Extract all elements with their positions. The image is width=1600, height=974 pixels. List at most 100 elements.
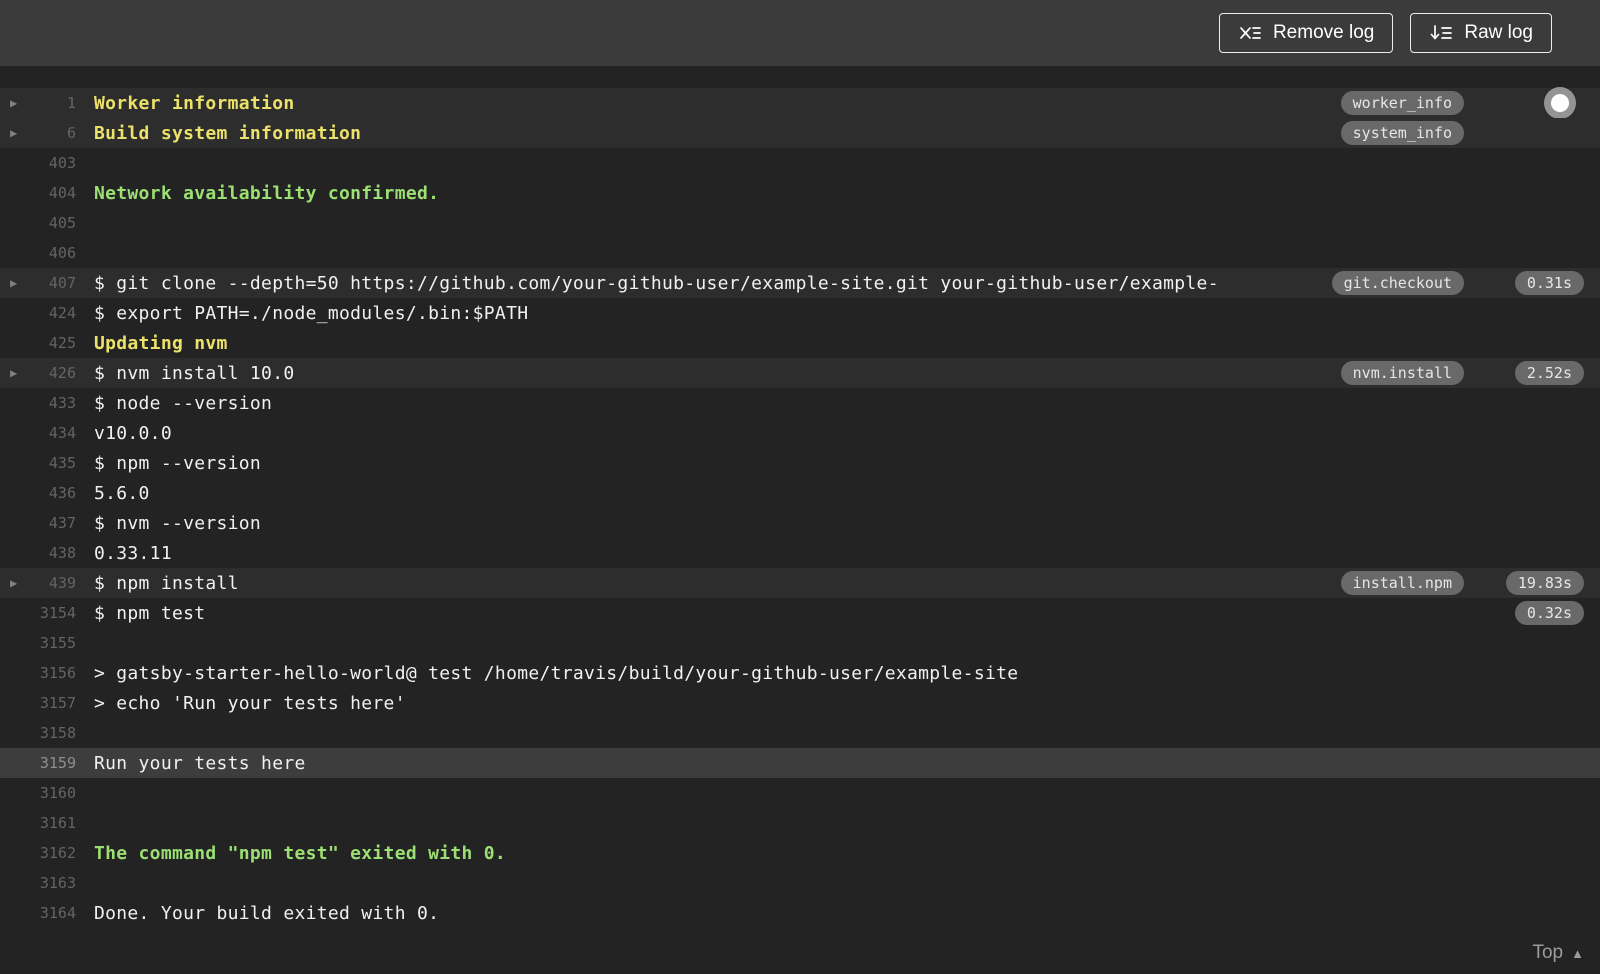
log-line[interactable]: ▶ 3154 $ npm test 0.32s bbox=[0, 598, 1600, 628]
log-line[interactable]: ▶ 3161 bbox=[0, 808, 1600, 838]
log-line[interactable]: ▶ 424 $ export PATH=./node_modules/.bin:… bbox=[0, 298, 1600, 328]
remove-log-label: Remove log bbox=[1272, 22, 1375, 43]
log-line[interactable]: ▶ 433 $ node --version bbox=[0, 388, 1600, 418]
log-line[interactable]: ▶ 6 Build system information system_info bbox=[0, 118, 1600, 148]
log-line[interactable]: ▶ 3163 bbox=[0, 868, 1600, 898]
line-text: Network availability confirmed. bbox=[94, 182, 440, 204]
line-text: $ npm test bbox=[94, 602, 206, 624]
log-line[interactable]: ▶ 3157 > echo 'Run your tests here' bbox=[0, 688, 1600, 718]
fold-toggle-icon[interactable]: ▶ bbox=[10, 367, 24, 379]
line-text: Done. Your build exited with 0. bbox=[94, 902, 440, 924]
fold-tag-badge: nvm.install bbox=[1340, 361, 1464, 385]
fold-toggle-icon[interactable]: ▶ bbox=[10, 577, 24, 589]
scroll-to-top-link[interactable]: Top ▲ bbox=[1532, 942, 1584, 964]
log-line[interactable]: ▶ 425 Updating nvm bbox=[0, 328, 1600, 358]
line-number[interactable]: 3157 bbox=[24, 694, 76, 712]
line-text: The command "npm test" exited with 0. bbox=[94, 842, 507, 864]
line-number[interactable]: 3155 bbox=[24, 634, 76, 652]
download-arrow-with-lines-icon bbox=[1429, 23, 1453, 43]
line-number[interactable]: 433 bbox=[24, 394, 76, 412]
log-line[interactable]: ▶ 426 $ nvm install 10.0 nvm.install 2.5… bbox=[0, 358, 1600, 388]
line-text: $ nvm --version bbox=[94, 512, 262, 534]
line-number[interactable]: 425 bbox=[24, 334, 76, 352]
line-text: Run your tests here bbox=[94, 752, 306, 774]
duration-slot: 2.52s bbox=[1480, 361, 1584, 385]
fold-tag-badge: install.npm bbox=[1340, 571, 1464, 595]
log-line[interactable]: ▶ 436 5.6.0 bbox=[0, 478, 1600, 508]
line-number[interactable]: 436 bbox=[24, 484, 76, 502]
log-line[interactable]: ▶ 3164 Done. Your build exited with 0. bbox=[0, 898, 1600, 928]
log-line[interactable]: ▶ 437 $ nvm --version bbox=[0, 508, 1600, 538]
log-line[interactable]: ▶ 435 $ npm --version bbox=[0, 448, 1600, 478]
line-number[interactable]: 3164 bbox=[24, 904, 76, 922]
fold-toggle-icon[interactable]: ▶ bbox=[10, 277, 24, 289]
log-line[interactable]: ▶ 3156 > gatsby-starter-hello-world@ tes… bbox=[0, 658, 1600, 688]
raw-log-button[interactable]: Raw log bbox=[1410, 13, 1552, 53]
line-number[interactable]: 437 bbox=[24, 514, 76, 532]
duration-slot: 19.83s bbox=[1480, 571, 1584, 595]
fold-tag-badge: worker_info bbox=[1340, 91, 1464, 115]
line-text: $ export PATH=./node_modules/.bin:$PATH bbox=[94, 302, 529, 324]
log-line[interactable]: ▶ 3159 Run your tests here bbox=[0, 748, 1600, 778]
x-with-lines-icon bbox=[1238, 23, 1262, 43]
line-number[interactable]: 3159 bbox=[24, 754, 76, 772]
line-number[interactable]: 435 bbox=[24, 454, 76, 472]
log-position-marker-icon bbox=[1544, 87, 1576, 119]
line-text: 0.33.11 bbox=[94, 542, 172, 564]
fold-toggle-icon[interactable]: ▶ bbox=[10, 127, 24, 139]
log-line[interactable]: ▶ 439 $ npm install install.npm 19.83s bbox=[0, 568, 1600, 598]
line-number[interactable]: 3154 bbox=[24, 604, 76, 622]
line-number[interactable]: 406 bbox=[24, 244, 76, 262]
line-text: Build system information bbox=[94, 122, 362, 144]
line-number[interactable]: 438 bbox=[24, 544, 76, 562]
log-line[interactable]: ▶ 405 bbox=[0, 208, 1600, 238]
build-log: ▶ 1 Worker information worker_info ▶ 6 B… bbox=[0, 66, 1600, 928]
log-line[interactable]: ▶ 1 Worker information worker_info bbox=[0, 87, 1600, 119]
line-number[interactable]: 6 bbox=[24, 124, 76, 142]
line-number[interactable]: 3161 bbox=[24, 814, 76, 832]
line-text: $ npm --version bbox=[94, 452, 262, 474]
log-line[interactable]: ▶ 407 $ git clone --depth=50 https://git… bbox=[0, 268, 1600, 298]
duration-slot: 0.32s bbox=[1480, 601, 1584, 625]
line-number[interactable]: 405 bbox=[24, 214, 76, 232]
log-line[interactable]: ▶ 404 Network availability confirmed. bbox=[0, 178, 1600, 208]
line-number[interactable]: 434 bbox=[24, 424, 76, 442]
line-number[interactable]: 3160 bbox=[24, 784, 76, 802]
duration-badge: 0.32s bbox=[1514, 601, 1584, 625]
duration-badge: 19.83s bbox=[1505, 571, 1584, 595]
line-text: Worker information bbox=[94, 92, 295, 114]
line-number[interactable]: 407 bbox=[24, 274, 76, 292]
line-text: 5.6.0 bbox=[94, 482, 150, 504]
line-number[interactable]: 426 bbox=[24, 364, 76, 382]
line-text: $ git clone --depth=50 https://github.co… bbox=[94, 272, 1219, 294]
log-line[interactable]: ▶ 403 bbox=[0, 148, 1600, 178]
log-line[interactable]: ▶ 406 bbox=[0, 238, 1600, 268]
raw-log-label: Raw log bbox=[1464, 22, 1533, 43]
duration-slot: 0.31s bbox=[1480, 271, 1584, 295]
log-line[interactable]: ▶ 434 v10.0.0 bbox=[0, 418, 1600, 448]
line-text: $ node --version bbox=[94, 392, 273, 414]
line-number[interactable]: 3162 bbox=[24, 844, 76, 862]
up-triangle-icon: ▲ bbox=[1571, 945, 1584, 961]
remove-log-button[interactable]: Remove log bbox=[1218, 13, 1394, 53]
log-line[interactable]: ▶ 3155 bbox=[0, 628, 1600, 658]
line-number[interactable]: 404 bbox=[24, 184, 76, 202]
log-line[interactable]: ▶ 3162 The command "npm test" exited wit… bbox=[0, 838, 1600, 868]
fold-tag-badge: system_info bbox=[1340, 121, 1464, 145]
line-number[interactable]: 403 bbox=[24, 154, 76, 172]
log-line[interactable]: ▶ 438 0.33.11 bbox=[0, 538, 1600, 568]
fold-tag-badge: git.checkout bbox=[1331, 271, 1464, 295]
log-toolbar: Remove log Raw log bbox=[0, 0, 1600, 66]
log-line[interactable]: ▶ 3160 bbox=[0, 778, 1600, 808]
line-number[interactable]: 3163 bbox=[24, 874, 76, 892]
line-number[interactable]: 3158 bbox=[24, 724, 76, 742]
duration-badge: 0.31s bbox=[1514, 271, 1584, 295]
log-line[interactable]: ▶ 3158 bbox=[0, 718, 1600, 748]
line-number[interactable]: 424 bbox=[24, 304, 76, 322]
line-text: Updating nvm bbox=[94, 332, 228, 354]
line-text: $ nvm install 10.0 bbox=[94, 362, 295, 384]
line-number[interactable]: 1 bbox=[24, 94, 76, 112]
line-number[interactable]: 3156 bbox=[24, 664, 76, 682]
fold-toggle-icon[interactable]: ▶ bbox=[10, 97, 24, 109]
line-number[interactable]: 439 bbox=[24, 574, 76, 592]
